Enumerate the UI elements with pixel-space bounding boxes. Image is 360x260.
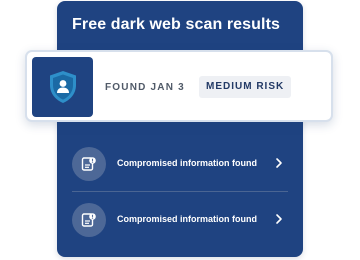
- id-card-alert-icon: [72, 147, 106, 181]
- finding-row-2[interactable]: Compromised information found: [72, 203, 288, 237]
- page: Free dark web scan results Compromised i…: [0, 0, 360, 260]
- result-icon-tile: [32, 57, 93, 117]
- scan-results-panel: Free dark web scan results Compromised i…: [57, 1, 303, 257]
- chevron-right-icon: [276, 214, 282, 224]
- finding-row-1[interactable]: Compromised information found: [72, 147, 288, 181]
- id-card-alert-icon: [72, 203, 106, 237]
- risk-badge: MEDIUM RISK: [199, 76, 292, 98]
- found-date-label: FOUND JAN 3: [105, 82, 185, 93]
- chevron-right-icon: [276, 158, 282, 168]
- scan-result-card: FOUND JAN 3 MEDIUM RISK: [25, 50, 333, 122]
- finding-label: Compromised information found: [117, 214, 257, 224]
- shield-user-icon: [50, 71, 76, 103]
- finding-label: Compromised information found: [117, 158, 257, 168]
- row-divider: [72, 191, 288, 192]
- panel-title: Free dark web scan results: [72, 16, 281, 33]
